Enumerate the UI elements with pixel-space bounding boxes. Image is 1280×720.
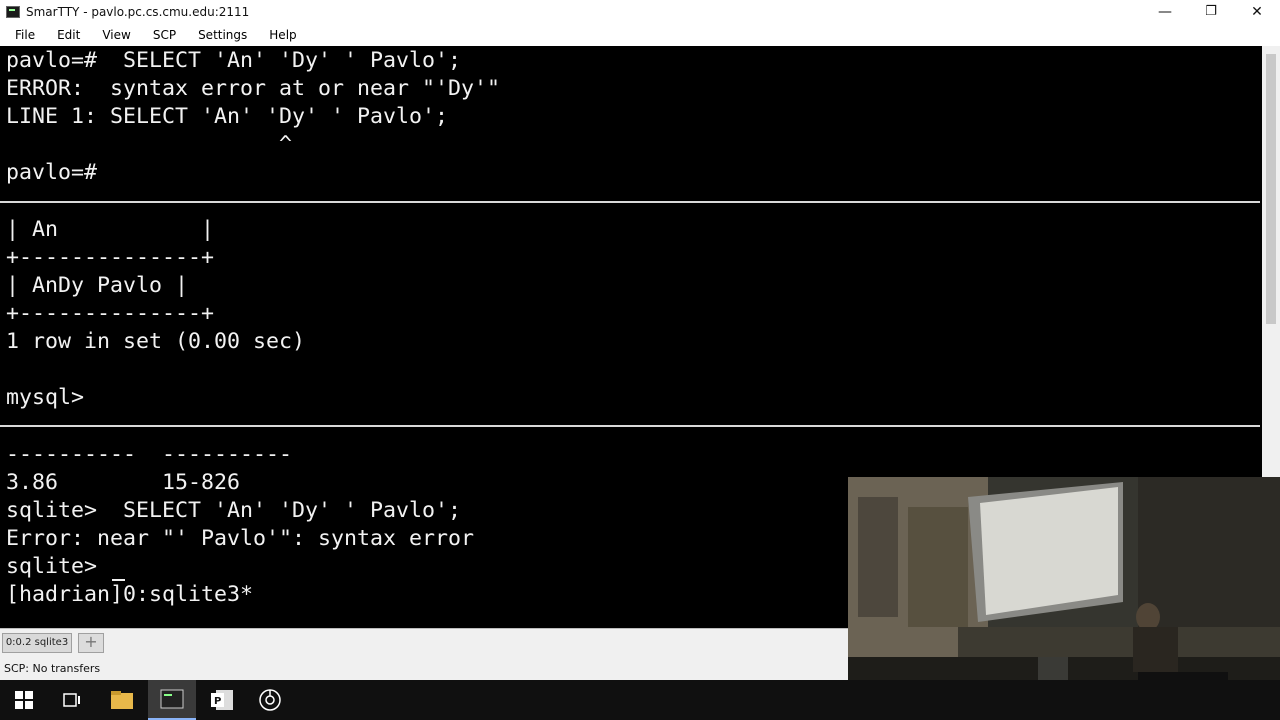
terminal-line: | AnDy Pavlo | xyxy=(6,273,189,298)
close-button[interactable]: ✕ xyxy=(1234,0,1280,24)
window-title: SmarTTY - pavlo.pc.cs.cmu.edu:2111 xyxy=(26,5,250,19)
terminal-line: +--------------+ xyxy=(6,245,215,270)
session-tab-bar: 0:0.2 sqlite3 + xyxy=(0,628,850,658)
terminal-line: pavlo=# SELECT 'An' 'Dy' ' Pavlo'; xyxy=(6,48,462,73)
scrollbar-thumb[interactable] xyxy=(1266,54,1276,324)
windows-start-icon[interactable] xyxy=(0,680,48,720)
svg-text:P: P xyxy=(214,696,221,707)
menu-view[interactable]: View xyxy=(102,28,130,42)
add-tab-button[interactable]: + xyxy=(78,633,104,653)
tmux-status-line: [hadrian]0:sqlite3* xyxy=(6,582,254,607)
pane-divider[interactable] xyxy=(0,201,1260,203)
terminal-prompt: pavlo=# xyxy=(6,160,98,185)
terminal-app-icon[interactable] xyxy=(148,680,196,720)
terminal-prompt: sqlite> xyxy=(6,554,111,579)
terminal-line: Error: near "' Pavlo'": syntax error xyxy=(6,526,475,551)
pane-divider[interactable] xyxy=(0,425,1260,427)
terminal-line: +--------------+ xyxy=(6,301,215,326)
terminal-line: ERROR: syntax error at or near "'Dy'" xyxy=(6,76,501,101)
minimize-button[interactable]: — xyxy=(1142,0,1188,24)
menu-file[interactable]: File xyxy=(15,28,35,42)
menu-edit[interactable]: Edit xyxy=(57,28,80,42)
powerpoint-icon[interactable]: P xyxy=(198,680,246,720)
chrome-icon[interactable] xyxy=(246,680,294,720)
menu-scp[interactable]: SCP xyxy=(153,28,176,42)
smartty-app-icon xyxy=(6,6,20,18)
file-explorer-icon[interactable] xyxy=(98,680,146,720)
menu-settings[interactable]: Settings xyxy=(198,28,247,42)
menu-bar: File Edit View SCP Settings Help xyxy=(0,24,1280,46)
terminal-line: LINE 1: SELECT 'An' 'Dy' ' Pavlo'; xyxy=(6,104,449,129)
menu-help[interactable]: Help xyxy=(269,28,296,42)
terminal-line: 1 row in set (0.00 sec) xyxy=(6,329,306,354)
terminal-prompt: mysql> xyxy=(6,385,85,410)
terminal-line: ^ xyxy=(6,132,293,157)
maximize-button[interactable]: ❐ xyxy=(1188,0,1234,24)
terminal-line: | An | xyxy=(6,217,215,242)
session-tab[interactable]: 0:0.2 sqlite3 xyxy=(2,633,72,653)
terminal-line: sqlite> SELECT 'An' 'Dy' ' Pavlo'; xyxy=(6,498,462,523)
status-bar: SCP: No transfers xyxy=(0,658,850,680)
title-bar: SmarTTY - pavlo.pc.cs.cmu.edu:2111 — ❐ ✕ xyxy=(0,0,1280,24)
task-view-icon[interactable] xyxy=(48,680,96,720)
terminal-line: 3.86 15-826 xyxy=(6,470,241,495)
windows-taskbar: P xyxy=(0,680,1280,720)
terminal-line: ---------- ---------- xyxy=(6,442,293,467)
